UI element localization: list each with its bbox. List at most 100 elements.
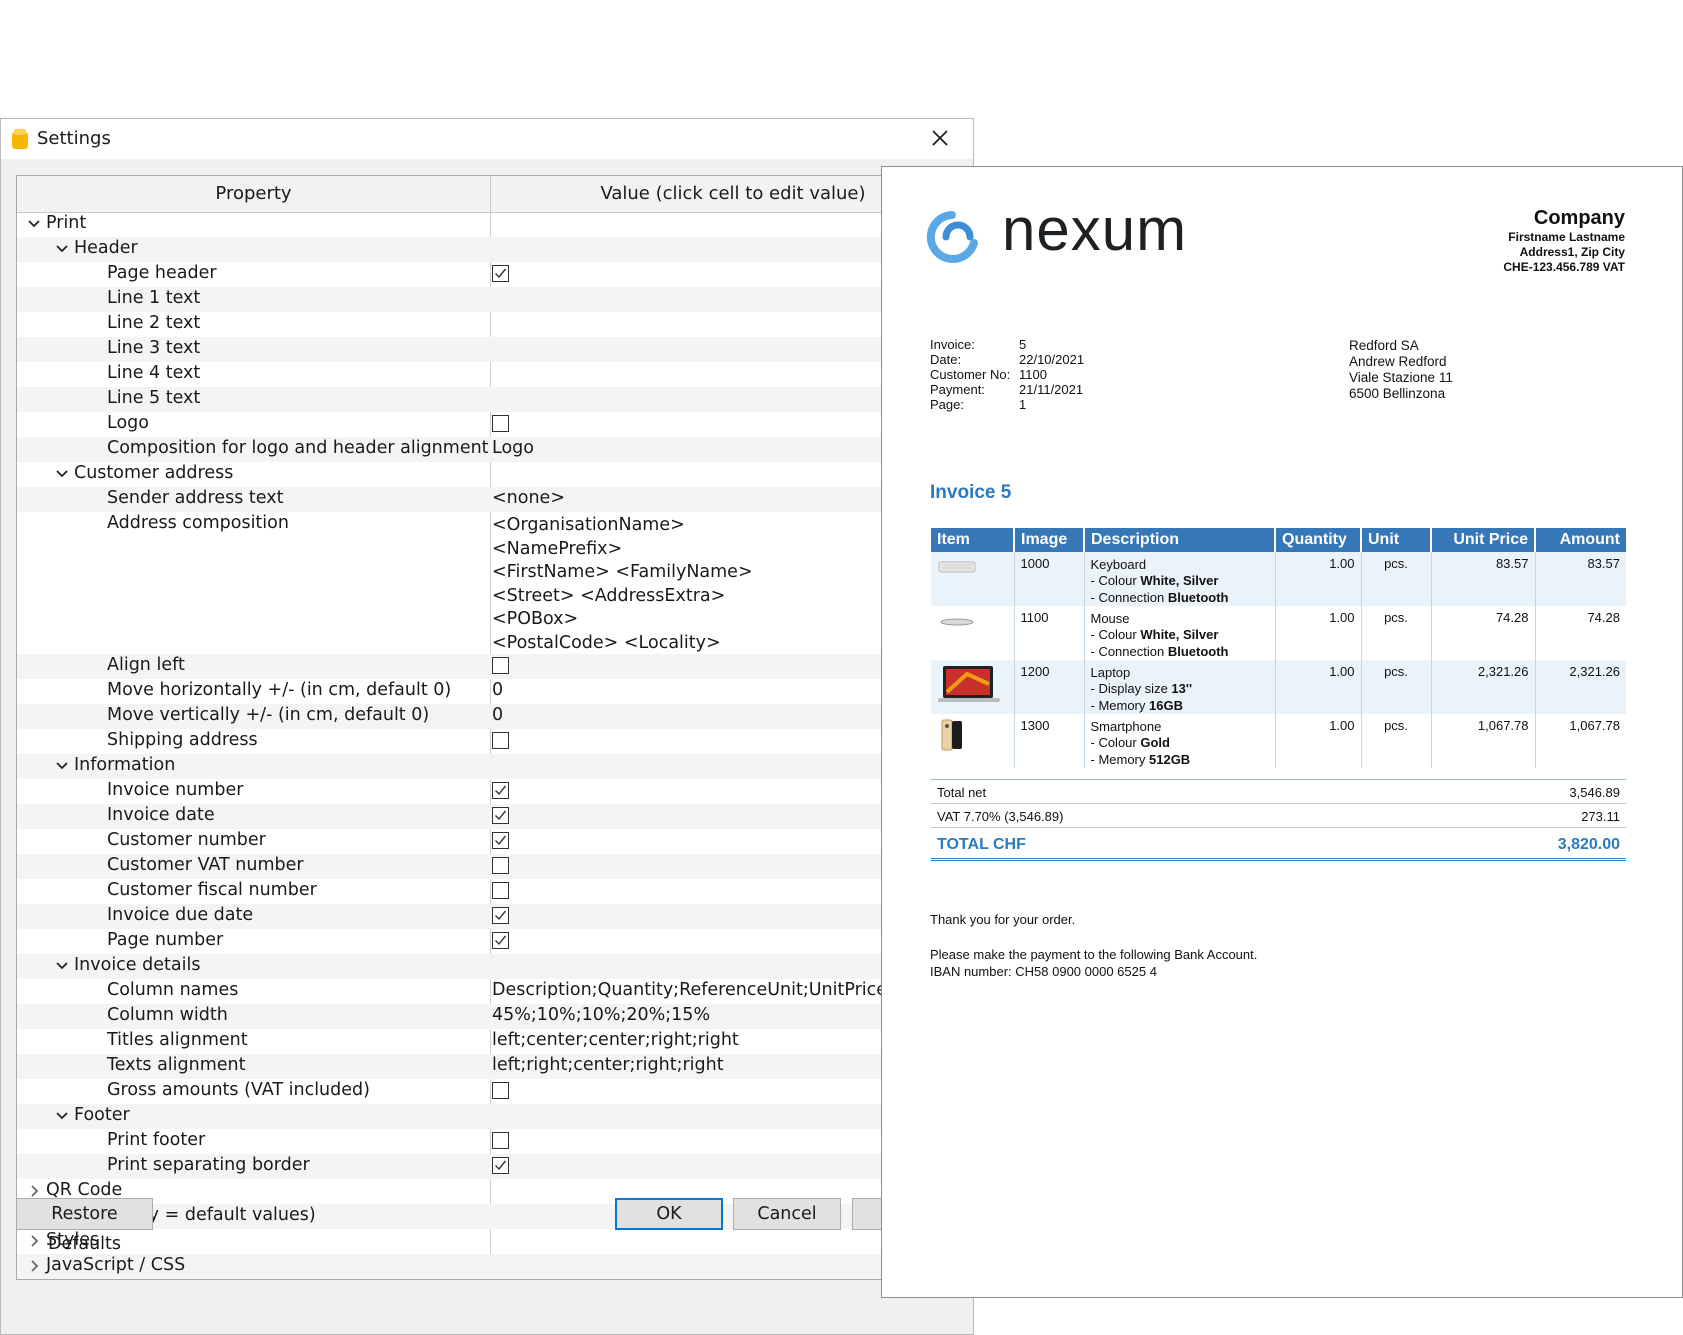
restore-defaults-button[interactable]: Restore Defaults (16, 1198, 153, 1254)
property-row[interactable]: Header (17, 237, 975, 262)
chevron-down-icon[interactable] (55, 242, 69, 256)
property-row[interactable]: Logo (17, 412, 975, 437)
chevron-down-icon[interactable] (55, 467, 69, 481)
property-row[interactable]: Line 3 text (17, 337, 975, 362)
property-row[interactable]: Gross amounts (VAT included) (17, 1079, 975, 1104)
property-value[interactable]: left;center;center;right;right (492, 1030, 739, 1050)
property-row[interactable]: JavaScript / CSS (17, 1254, 975, 1279)
property-row[interactable]: Sender address text <none> (17, 487, 975, 512)
property-value[interactable]: <OrganisationName> <NamePrefix> <FirstName… (492, 514, 753, 656)
property-row[interactable]: Invoice due date (17, 904, 975, 929)
checkbox[interactable] (492, 1082, 509, 1099)
property-value[interactable]: 0 (492, 705, 503, 725)
property-value[interactable]: left;right;center;right;right (492, 1055, 724, 1075)
chevron-down-icon[interactable] (55, 959, 69, 973)
property-row[interactable]: Footer (17, 1104, 975, 1129)
item-unit: pcs. (1361, 606, 1432, 660)
checkbox[interactable] (492, 832, 509, 849)
iban-note: IBAN number: CH58 0900 0000 6525 4 (930, 964, 1157, 979)
property-row[interactable]: Styles (17, 1229, 975, 1254)
property-row[interactable]: Customer number (17, 829, 975, 854)
property-value[interactable]: Logo (492, 438, 534, 458)
column-header: Description (1084, 528, 1276, 552)
property-row[interactable]: Texts alignment left;right;center;right;r… (17, 1054, 975, 1079)
item-name: Mouse (1090, 611, 1130, 626)
check-icon (495, 910, 507, 921)
property-row[interactable]: Titles alignment left;center;center;right… (17, 1029, 975, 1054)
checkbox[interactable] (492, 882, 509, 899)
chevron-right-icon[interactable] (27, 1259, 41, 1273)
property-row[interactable]: Column width 45%;10%;10%;20%;15% (17, 1004, 975, 1029)
checkbox[interactable] (492, 1157, 509, 1174)
item-detail: - Display size 13'' (1091, 681, 1269, 698)
column-header-property[interactable]: Property (17, 176, 491, 212)
checkbox[interactable] (492, 857, 509, 874)
meta-key: Invoice: (930, 337, 975, 352)
property-row[interactable]: Composition for logo and header alignmen… (17, 437, 975, 462)
chevron-right-icon[interactable] (27, 1184, 41, 1198)
detail-value: White, Silver (1140, 573, 1219, 588)
property-row[interactable]: Print footer (17, 1129, 975, 1154)
property-row[interactable]: Line 2 text (17, 312, 975, 337)
property-row[interactable]: Line 4 text (17, 362, 975, 387)
checkbox[interactable] (492, 732, 509, 749)
company-block: Company Firstname Lastname Address1, Zip… (1503, 207, 1625, 275)
item-amount: 1,067.78 (1569, 718, 1620, 733)
property-row[interactable]: Invoice date (17, 804, 975, 829)
property-row[interactable]: Line 1 text (17, 287, 975, 312)
property-row[interactable]: Page header (17, 262, 975, 287)
chevron-down-icon[interactable] (27, 217, 41, 231)
property-label: Page header (107, 263, 217, 283)
checkbox[interactable] (492, 907, 509, 924)
detail-label: - Colour (1090, 627, 1141, 642)
detail-label: - Colour (1090, 735, 1141, 750)
checkbox[interactable] (492, 782, 509, 799)
checkbox[interactable] (492, 657, 509, 674)
property-row[interactable]: Align left (17, 654, 975, 679)
property-row[interactable]: Move vertically +/- (in cm, default 0) 0 (17, 704, 975, 729)
item-description: Mouse - Colour White, Silver - Connection … (1084, 606, 1276, 660)
property-value[interactable]: 45%;10%;10%;20%;15% (492, 1005, 710, 1025)
property-label: Line 3 text (107, 338, 201, 358)
checkbox[interactable] (492, 265, 509, 282)
item-name: Smartphone (1090, 719, 1162, 734)
close-icon[interactable] (927, 125, 953, 151)
cancel-button[interactable]: Cancel (733, 1198, 841, 1230)
property-row[interactable]: Customer VAT number (17, 854, 975, 879)
property-row[interactable]: Move horizontally +/- (in cm, default 0)… (17, 679, 975, 704)
property-row[interactable]: Print (17, 212, 975, 237)
property-value[interactable]: Description;Quantity;ReferenceUnit;UnitP… (492, 980, 944, 1000)
ok-button[interactable]: OK (615, 1198, 723, 1230)
checkbox[interactable] (492, 415, 509, 432)
property-row[interactable]: Information (17, 754, 975, 779)
checkbox[interactable] (492, 807, 509, 824)
item-quantity: 1.00 (1275, 660, 1362, 714)
thanks-note: Thank you for your order. (930, 912, 1076, 927)
item-image-cell (931, 714, 1015, 768)
checkbox[interactable] (492, 932, 509, 949)
chevron-right-icon[interactable] (27, 1234, 41, 1248)
property-row[interactable]: Customer fiscal number (17, 879, 975, 904)
property-row[interactable]: Address composition <OrganisationName> <Na… (17, 512, 975, 654)
property-row[interactable]: Line 5 text (17, 387, 975, 412)
property-row[interactable]: Invoice number (17, 779, 975, 804)
detail-value: 16GB (1149, 697, 1183, 713)
property-row[interactable]: Print separating border (17, 1154, 975, 1179)
item-quantity: 1.00 (1275, 606, 1362, 660)
property-row[interactable]: Page number (17, 929, 975, 954)
property-value[interactable]: <none> (492, 488, 565, 508)
chevron-down-icon[interactable] (55, 759, 69, 773)
customer-address: Redford SA Andrew Redford Viale Stazione… (1349, 338, 1453, 402)
item-unit: pcs. (1361, 552, 1432, 606)
property-row[interactable]: Customer address (17, 462, 975, 487)
property-row[interactable]: Column names Description;Quantity;Referen… (17, 979, 975, 1004)
checkbox[interactable] (492, 1132, 509, 1149)
property-label: Column width (107, 1005, 228, 1025)
chevron-down-icon[interactable] (55, 1109, 69, 1123)
vat-value: 273.11 (1581, 809, 1620, 824)
property-value[interactable]: 0 (492, 680, 503, 700)
item-description: Laptop - Display size 13'' - Memory 16GB (1084, 660, 1276, 714)
property-row[interactable]: Invoice details (17, 954, 975, 979)
property-row[interactable]: Shipping address (17, 729, 975, 754)
property-label: Align left (107, 655, 185, 675)
